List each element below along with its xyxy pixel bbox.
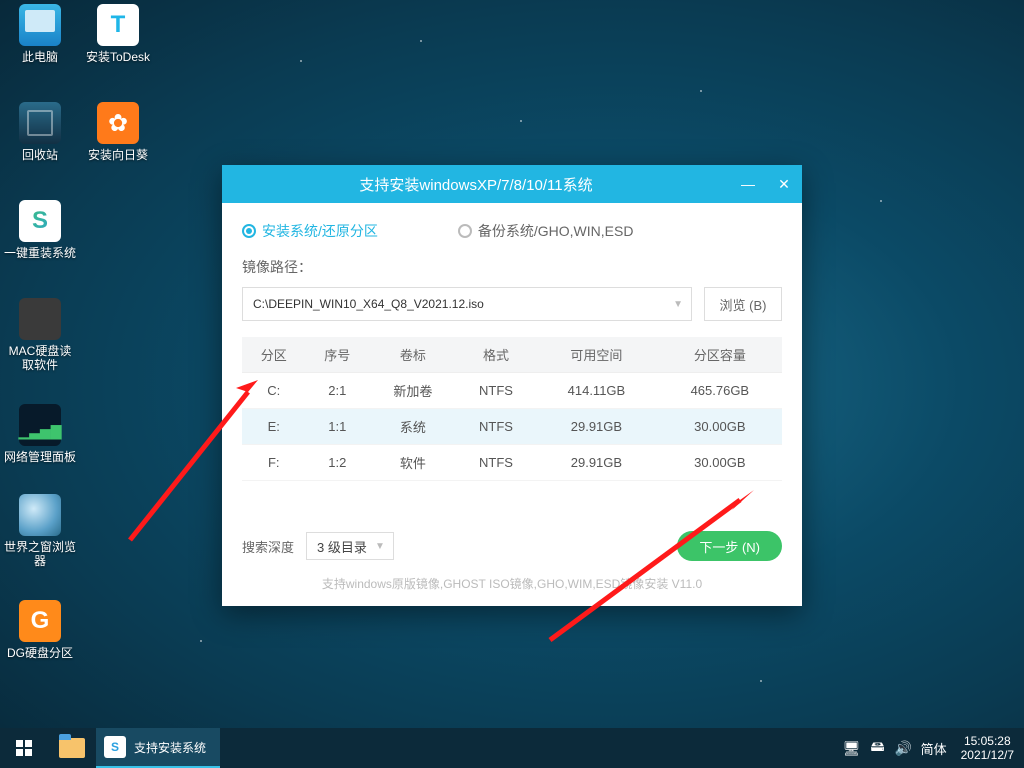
icon-label: 一键重装系统 xyxy=(4,246,76,260)
table-row[interactable]: F: 1:2 软件 NTFS 29.91GB 30.00GB xyxy=(242,445,782,481)
tray-volume-icon[interactable]: 🔊 xyxy=(891,740,917,757)
ime-indicator[interactable]: 简体 xyxy=(917,739,951,758)
start-button[interactable] xyxy=(0,728,48,768)
image-path-combo[interactable]: C:\DEEPIN_WIN10_X64_Q8_V2021.12.iso ▼ xyxy=(242,287,692,321)
th-size: 分区容量 xyxy=(658,337,782,373)
taskbar-app-installer[interactable]: S 支持安装系统 xyxy=(96,728,220,768)
apple-icon xyxy=(19,298,61,340)
th-index: 序号 xyxy=(306,337,370,373)
table-row[interactable]: C: 2:1 新加卷 NTFS 414.11GB 465.76GB xyxy=(242,373,782,409)
sunflower-icon xyxy=(97,102,139,144)
clock-date: 2021/12/7 xyxy=(961,748,1014,762)
partition-table: 分区 序号 卷标 格式 可用空间 分区容量 C: 2:1 新加卷 NTFS 41… xyxy=(242,337,782,481)
image-path-label: 镜像路径： xyxy=(242,257,782,277)
window-title: 支持安装windowsXP/7/8/10/11系统 xyxy=(222,174,730,195)
radio-backup[interactable]: 备份系统/GHO,WIN,ESD xyxy=(458,221,634,241)
radio-label: 安装系统/还原分区 xyxy=(262,221,378,241)
radio-install-restore[interactable]: 安装系统/还原分区 xyxy=(242,221,378,241)
radio-dot-icon xyxy=(458,224,472,238)
desktop-icon-reinstall[interactable]: 一键重装系统 xyxy=(4,200,76,260)
search-depth-select[interactable]: 3 级目录 ▼ xyxy=(306,532,394,560)
close-button[interactable]: ✕ xyxy=(766,165,802,203)
next-button[interactable]: 下一步 (N) xyxy=(677,531,782,561)
tray-monitor-icon[interactable]: 🖥 xyxy=(839,740,865,757)
taskbar-app-label: 支持安装系统 xyxy=(134,739,206,756)
icon-label: 安装向日葵 xyxy=(82,148,154,162)
desktop-icon-net-panel[interactable]: 网络管理面板 xyxy=(4,404,76,464)
image-path-value: C:\DEEPIN_WIN10_X64_Q8_V2021.12.iso xyxy=(253,297,484,311)
search-depth-label: 搜索深度 xyxy=(242,537,294,556)
th-label: 卷标 xyxy=(369,337,457,373)
desktop-icon-todesk[interactable]: 安装ToDesk xyxy=(82,4,154,64)
desktop-icon-browser[interactable]: 世界之窗浏览器 xyxy=(4,494,76,568)
radio-dot-icon xyxy=(242,224,256,238)
hint-text: 支持windows原版镜像,GHOST ISO镜像,GHO,WIM,ESD镜像安… xyxy=(242,575,782,592)
icon-label: MAC硬盘读取软件 xyxy=(4,344,76,372)
icon-label: 网络管理面板 xyxy=(4,450,76,464)
chevron-down-icon: ▼ xyxy=(375,541,385,552)
icon-label: 世界之窗浏览器 xyxy=(4,540,76,568)
icon-label: 安装ToDesk xyxy=(82,50,154,64)
browse-button[interactable]: 浏览 (B) xyxy=(704,287,782,321)
file-explorer-button[interactable] xyxy=(48,728,96,768)
desktop-icon-sunflower[interactable]: 安装向日葵 xyxy=(82,102,154,162)
table-row-selected[interactable]: E: 1:1 系统 NTFS 29.91GB 30.00GB xyxy=(242,409,782,445)
desktop-icon-mac-disk[interactable]: MAC硬盘读取软件 xyxy=(4,298,76,372)
desktop-icon-this-pc[interactable]: 此电脑 xyxy=(4,4,76,64)
network-icon xyxy=(19,404,61,446)
taskbar: S 支持安装系统 🖥 🖴 🔊 简体 15:05:28 2021/12/7 xyxy=(0,728,1024,768)
th-drive: 分区 xyxy=(242,337,306,373)
pc-icon xyxy=(19,4,61,46)
minimize-button[interactable]: — xyxy=(730,165,766,203)
chevron-down-icon[interactable]: ▼ xyxy=(673,299,683,310)
clock-time: 15:05:28 xyxy=(961,734,1014,748)
icon-label: 此电脑 xyxy=(4,50,76,64)
th-fs: 格式 xyxy=(457,337,535,373)
folder-icon xyxy=(59,738,85,758)
icon-label: 回收站 xyxy=(4,148,76,162)
tray-usb-icon[interactable]: 🖴 xyxy=(865,736,891,760)
clock[interactable]: 15:05:28 2021/12/7 xyxy=(951,734,1024,762)
app-icon: S xyxy=(104,736,126,758)
desktop-icon-recycle-bin[interactable]: 回收站 xyxy=(4,102,76,162)
leaf-icon xyxy=(19,200,61,242)
system-tray: 🖥 🖴 🔊 简体 15:05:28 2021/12/7 xyxy=(839,728,1024,768)
desktop-icon-dg-partition[interactable]: DG硬盘分区 xyxy=(4,600,76,660)
th-free: 可用空间 xyxy=(535,337,658,373)
recycle-bin-icon xyxy=(19,102,61,144)
radio-label: 备份系统/GHO,WIN,ESD xyxy=(478,221,634,241)
dg-icon xyxy=(19,600,61,642)
titlebar[interactable]: 支持安装windowsXP/7/8/10/11系统 — ✕ xyxy=(222,165,802,203)
globe-icon xyxy=(19,494,61,536)
icon-label: DG硬盘分区 xyxy=(4,646,76,660)
todesk-icon xyxy=(97,4,139,46)
installer-window: 支持安装windowsXP/7/8/10/11系统 — ✕ 安装系统/还原分区 … xyxy=(222,165,802,606)
windows-icon xyxy=(16,740,32,756)
